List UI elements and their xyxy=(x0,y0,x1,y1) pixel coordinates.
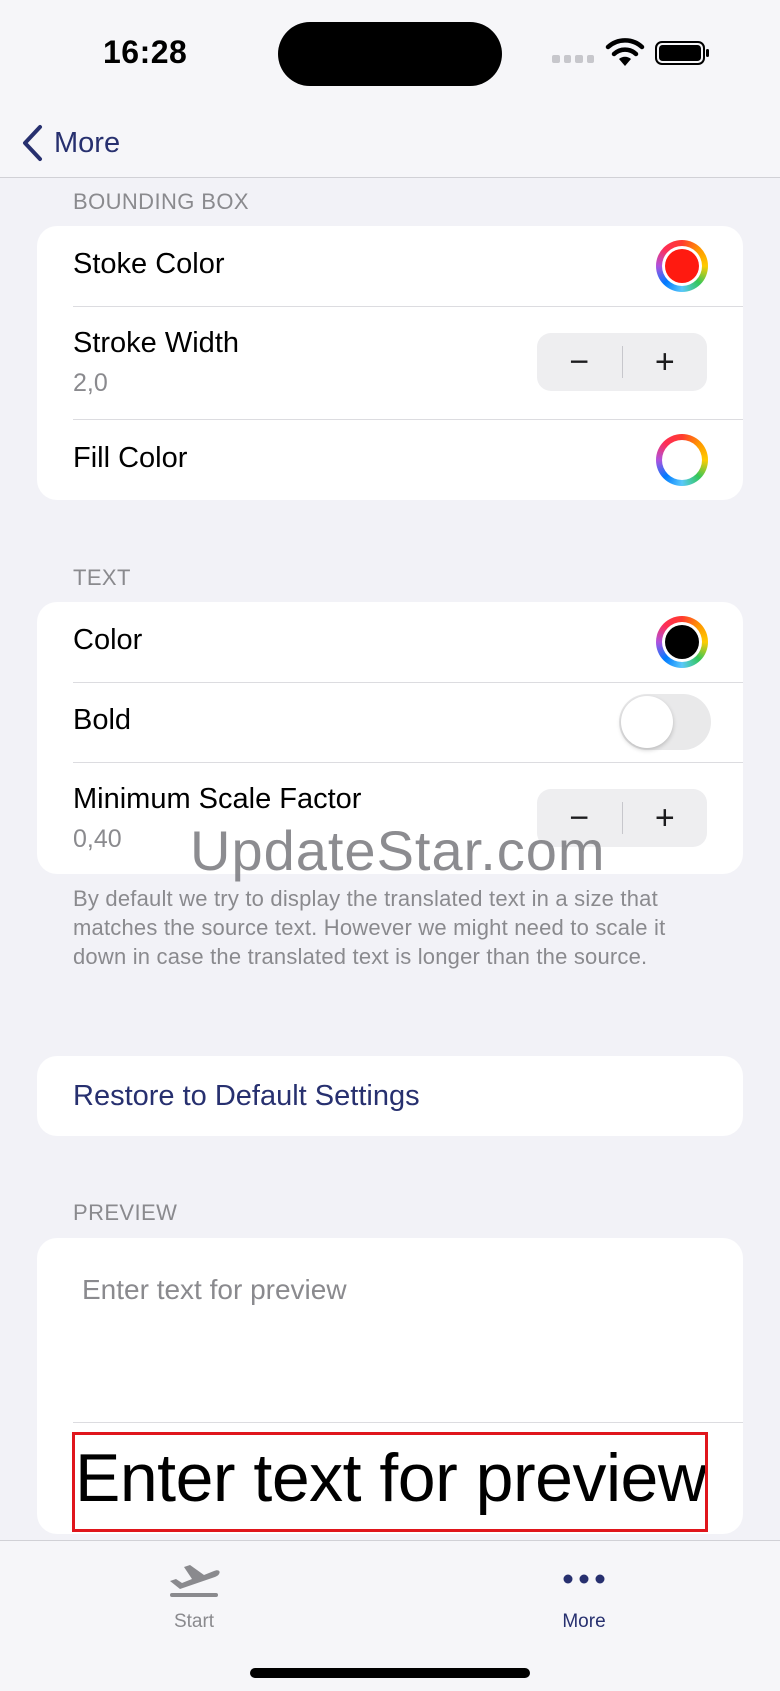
chevron-left-icon xyxy=(23,125,42,161)
stroke-color-row: Stoke Color xyxy=(37,226,743,306)
tab-bar: Start More xyxy=(0,1540,780,1691)
ellipsis-icon xyxy=(563,1574,605,1584)
battery-icon xyxy=(655,41,709,65)
bounding-box-card: Stoke Color Stroke Width 2,0 − + Fill Co… xyxy=(37,226,743,500)
fill-color-row: Fill Color xyxy=(37,420,743,500)
bold-toggle[interactable] xyxy=(619,694,711,750)
stroke-color-well[interactable] xyxy=(656,240,708,292)
tab-more[interactable]: More xyxy=(514,1555,654,1633)
min-scale-value: 0,40 xyxy=(73,825,122,853)
section-header-text: TEXT xyxy=(73,565,131,590)
home-indicator xyxy=(250,1668,530,1678)
preview-bounding-box: Enter text for preview xyxy=(72,1432,708,1532)
fill-color-swatch xyxy=(665,443,699,477)
bold-label: Bold xyxy=(73,704,132,736)
preview-rendered-text: Enter text for preview xyxy=(75,1440,707,1516)
min-scale-stepper: − + xyxy=(537,789,707,847)
wifi-icon xyxy=(605,38,645,66)
navigation-bar: More xyxy=(0,110,780,178)
stroke-width-decrement-button[interactable]: − xyxy=(537,333,622,391)
bold-row: Bold xyxy=(37,683,743,762)
text-color-row: Color xyxy=(37,602,743,682)
section-header-bounding-box: BOUNDING BOX xyxy=(73,189,249,214)
restore-defaults-button[interactable]: Restore to Default Settings xyxy=(73,1080,420,1113)
status-time: 16:28 xyxy=(103,34,188,70)
tab-more-label: More xyxy=(562,1611,606,1632)
back-button[interactable]: More xyxy=(20,118,120,168)
toggle-knob xyxy=(621,696,673,748)
stroke-width-increment-button[interactable]: + xyxy=(623,333,708,391)
scale-footnote: By default we try to display the transla… xyxy=(73,886,666,969)
tab-start-label: Start xyxy=(173,1611,215,1632)
airplane-takeoff-icon xyxy=(170,1565,220,1597)
text-color-well[interactable] xyxy=(656,616,708,668)
text-card: Color Bold Minimum Scale Factor 0,40 − + xyxy=(37,602,743,874)
stroke-color-label: Stoke Color xyxy=(73,248,225,280)
min-scale-decrement-button[interactable]: − xyxy=(537,789,622,847)
dynamic-island xyxy=(278,22,502,86)
fill-color-label: Fill Color xyxy=(73,442,188,474)
stroke-width-value: 2,0 xyxy=(73,369,108,397)
stroke-width-label: Stroke Width xyxy=(73,327,239,359)
preview-text-input[interactable]: Enter text for preview xyxy=(82,1274,347,1306)
stroke-color-swatch xyxy=(665,249,699,283)
back-button-label: More xyxy=(54,126,121,159)
status-bar: 16:28 xyxy=(0,0,780,110)
text-color-swatch xyxy=(665,625,699,659)
min-scale-label: Minimum Scale Factor xyxy=(73,783,362,815)
tab-start[interactable]: Start xyxy=(124,1555,264,1633)
stroke-width-row: Stroke Width 2,0 − + xyxy=(37,307,743,419)
min-scale-row: Minimum Scale Factor 0,40 − + xyxy=(37,763,743,874)
fill-color-well[interactable] xyxy=(656,434,708,486)
section-header-preview: PREVIEW xyxy=(73,1200,178,1225)
text-color-label: Color xyxy=(73,624,143,656)
cellular-signal-icon xyxy=(552,55,594,63)
min-scale-increment-button[interactable]: + xyxy=(623,789,708,847)
preview-card: Enter text for preview Enter text for pr… xyxy=(37,1238,743,1534)
stroke-width-stepper: − + xyxy=(537,333,707,391)
